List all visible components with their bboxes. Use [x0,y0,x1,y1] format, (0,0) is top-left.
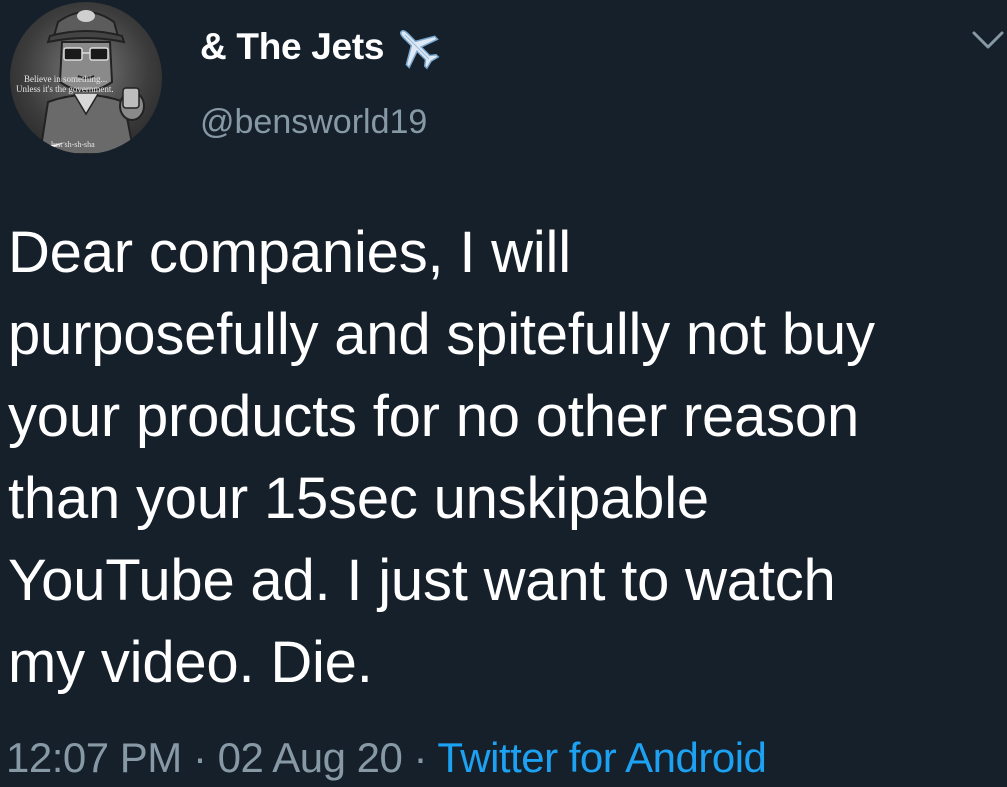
tweet-text-line: your products for no other reason [8,384,859,449]
user-handle[interactable]: @bensworld19 [200,103,427,142]
meta-separator: · [413,734,427,781]
avatar-caption-line2: Unless it's the government. [16,84,114,94]
tweet: Believe in something... Unless it's the … [0,0,1007,787]
display-name[interactable]: & The Jets [200,22,442,72]
tweet-text-line: Dear companies, I will [8,220,571,285]
tweet-source-link[interactable]: Twitter for Android [437,734,766,781]
tweet-text-line: than your 15sec unskipable [8,466,709,531]
avatar[interactable]: Believe in something... Unless it's the … [10,2,162,154]
chevron-down-icon[interactable] [970,26,1006,52]
tweet-text-line: purposefully and spitefully not buy [8,302,875,367]
tweet-text-line: my video. Die. [8,630,373,695]
display-name-text: & The Jets [200,26,385,67]
avatar-caption-line1: Believe in something... [24,74,108,84]
meta-separator: · [192,734,207,781]
tweet-meta: 12:07 PM · 02 Aug 20 · Twitter for Andro… [6,734,767,782]
tweet-date[interactable]: 02 Aug 20 [218,734,403,781]
tweet-text: Dear companies, I will purposefully and … [8,212,1003,704]
tweet-text-line: YouTube ad. I just want to watch [8,548,836,613]
tweet-time[interactable]: 12:07 PM [6,734,182,781]
avatar-caption-line3: Just sh-sh-sha [50,140,95,149]
airplane-icon [400,29,440,70]
